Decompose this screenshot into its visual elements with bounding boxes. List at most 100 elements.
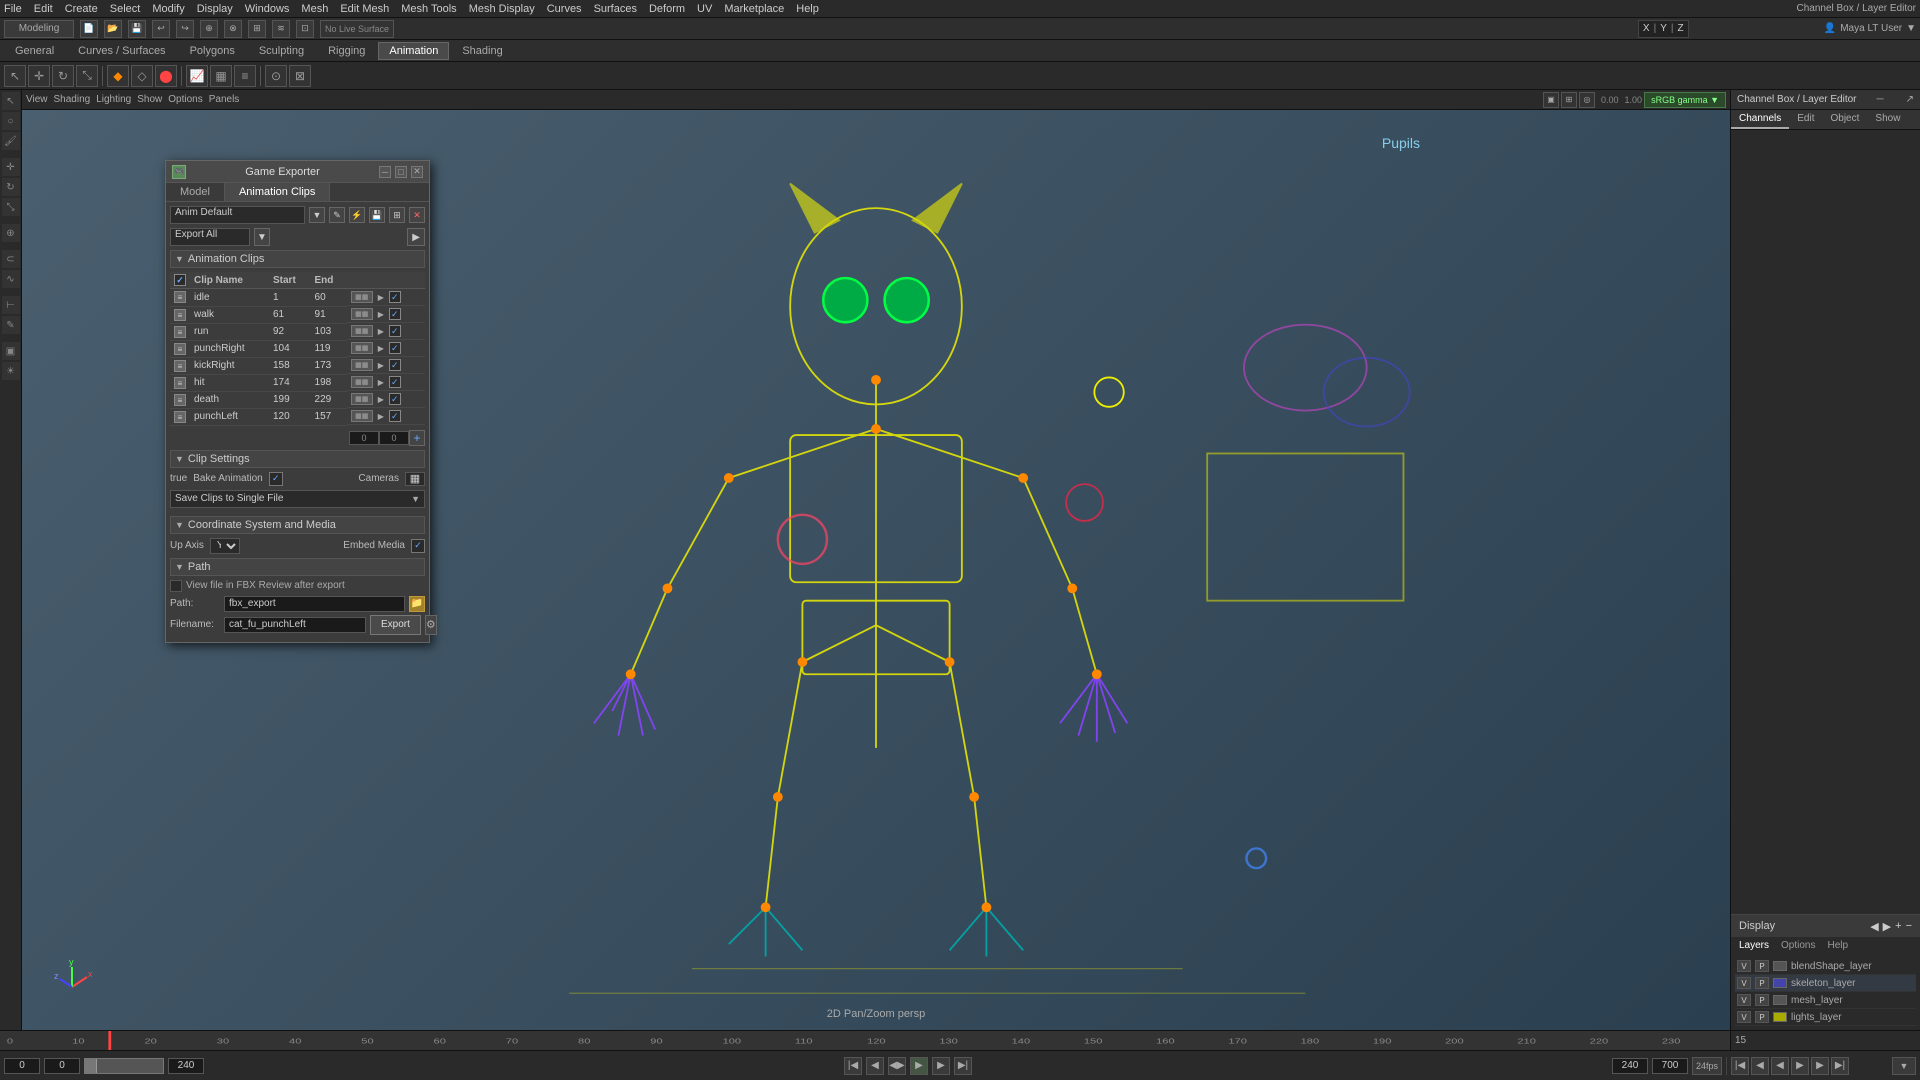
clip-end-1[interactable]: 91 <box>315 309 326 320</box>
open-file-btn[interactable]: 📂 <box>104 20 122 38</box>
layer-p-btn-1[interactable]: P <box>1755 977 1769 989</box>
add-clip-btn[interactable]: + <box>409 430 425 446</box>
end-frame-input[interactable] <box>168 1058 204 1074</box>
snap-grid-btn[interactable]: ⊞ <box>248 20 266 38</box>
layer-v-btn-2[interactable]: V <box>1737 994 1751 1006</box>
tab-sculpting[interactable]: Sculpting <box>248 42 315 60</box>
ge-close-btn[interactable]: ✕ <box>411 166 423 178</box>
layer-p-btn-3[interactable]: P <box>1755 1011 1769 1023</box>
clip-play-btn-6[interactable]: ▶ <box>375 393 387 405</box>
embed-media-checkbox[interactable] <box>411 539 425 553</box>
lasso-btn[interactable]: ○ <box>2 112 20 130</box>
scale-btn[interactable]: ⤡ <box>2 198 20 216</box>
menu-uv[interactable]: UV <box>697 3 712 15</box>
clip-drag-icon-1[interactable]: ≡ <box>174 309 186 321</box>
step-forward-btn[interactable]: ▶ <box>932 1057 950 1075</box>
vp-menu-shading[interactable]: Shading <box>54 94 91 105</box>
trax-editor-btn[interactable]: ≡ <box>234 65 256 87</box>
clip-end-4[interactable]: 173 <box>315 360 332 371</box>
vp-menu-panels[interactable]: Panels <box>209 94 240 105</box>
soft-sel-btn[interactable]: ⊂ <box>2 250 20 268</box>
path-input[interactable] <box>224 596 405 612</box>
new-file-btn[interactable]: 📄 <box>80 20 98 38</box>
clip-end-0[interactable]: 60 <box>315 292 326 303</box>
up-axis-select[interactable]: Y Z <box>210 538 240 554</box>
preset-select[interactable]: Anim Default <box>170 206 305 224</box>
menu-windows[interactable]: Windows <box>245 3 290 15</box>
tab-shading[interactable]: Shading <box>451 42 513 60</box>
timeline-total-input[interactable] <box>1652 1058 1688 1074</box>
menu-mesh[interactable]: Mesh <box>301 3 328 15</box>
user-account[interactable]: 👤 Maya LT User ▼ <box>1824 23 1916 34</box>
clip-frames-btn-1[interactable]: ▦▦ <box>351 308 373 320</box>
new-clip-start[interactable] <box>349 431 379 445</box>
r-play-forward-btn[interactable]: ▶ <box>1791 1057 1809 1075</box>
move-btn[interactable]: ✛ <box>2 158 20 176</box>
sculpt-btn[interactable]: ∿ <box>2 270 20 288</box>
layer-v-btn-0[interactable]: V <box>1737 960 1751 972</box>
vp-icon2[interactable]: ⊞ <box>1561 92 1577 108</box>
clip-drag-icon-6[interactable]: ≡ <box>174 394 186 406</box>
clip-start-3[interactable]: 104 <box>273 343 290 354</box>
r-step-forward-btn[interactable]: ▶ <box>1811 1057 1829 1075</box>
clip-check-1[interactable]: ✓ <box>389 308 401 320</box>
vp-menu-options[interactable]: Options <box>168 94 202 105</box>
r-step-back-btn[interactable]: ◀ <box>1751 1057 1769 1075</box>
menu-display[interactable]: Display <box>197 3 233 15</box>
save-clips-select[interactable]: Save Clips to Single File ▼ <box>170 490 425 508</box>
auto-key-btn[interactable]: ⬤ <box>155 65 177 87</box>
prev-layer-btn[interactable]: ◀ <box>1870 920 1878 933</box>
tab-polygons[interactable]: Polygons <box>179 42 246 60</box>
clip-drag-icon-0[interactable]: ≡ <box>174 291 186 303</box>
export-btn[interactable]: Export <box>370 615 421 635</box>
vp-icon1[interactable]: ▣ <box>1543 92 1559 108</box>
preset-key-btn[interactable]: ⚡ <box>349 207 365 223</box>
clip-play-btn-0[interactable]: ▶ <box>375 291 387 303</box>
playback-end-input[interactable] <box>1612 1058 1648 1074</box>
next-layer-btn[interactable]: ▶ <box>1883 920 1891 933</box>
clip-start-6[interactable]: 199 <box>273 394 290 405</box>
tab-edit[interactable]: Edit <box>1789 110 1822 129</box>
constraint-btn[interactable]: ⊙ <box>265 65 287 87</box>
view-fbx-checkbox[interactable] <box>170 580 182 592</box>
display-tab-layers[interactable]: Layers <box>1735 939 1773 952</box>
ge-maximize-btn[interactable]: □ <box>395 166 407 178</box>
annotation-btn[interactable]: ✎ <box>2 316 20 334</box>
clip-start-1[interactable]: 61 <box>273 309 284 320</box>
rotate-tool-btn[interactable]: ↻ <box>52 65 74 87</box>
clip-drag-icon-7[interactable]: ≡ <box>174 411 186 423</box>
render-btn[interactable]: ▣ <box>2 342 20 360</box>
ik-handle-btn[interactable]: ⊠ <box>289 65 311 87</box>
menu-mesh-tools[interactable]: Mesh Tools <box>401 3 456 15</box>
measure-btn[interactable]: ⊢ <box>2 296 20 314</box>
menu-edit-mesh[interactable]: Edit Mesh <box>340 3 389 15</box>
preset-save-btn[interactable]: 💾 <box>369 207 385 223</box>
range-bar[interactable] <box>84 1058 164 1074</box>
show-manip-btn[interactable]: ⊕ <box>2 224 20 242</box>
clip-play-btn-7[interactable]: ▶ <box>375 410 387 422</box>
clip-check-6[interactable]: ✓ <box>389 393 401 405</box>
undo-btn[interactable]: ↩ <box>152 20 170 38</box>
tab-channels[interactable]: Channels <box>1731 110 1789 129</box>
clip-start-2[interactable]: 92 <box>273 326 284 337</box>
clip-play-btn-2[interactable]: ▶ <box>375 325 387 337</box>
clip-frames-btn-7[interactable]: ▦▦ <box>351 410 373 422</box>
clip-check-0[interactable]: ✓ <box>389 291 401 303</box>
workspace-dropdown[interactable]: Modeling <box>4 20 74 38</box>
clip-frames-btn-3[interactable]: ▦▦ <box>351 342 373 354</box>
animation-clips-section-header[interactable]: ▼ Animation Clips <box>170 250 425 268</box>
go-end-btn[interactable]: ▶| <box>954 1057 972 1075</box>
export-mode-dropdown[interactable]: ▼ <box>254 228 270 246</box>
menu-create[interactable]: Create <box>65 3 98 15</box>
channel-box-expand[interactable]: ↗ <box>1906 94 1914 105</box>
add-layer-btn[interactable]: + <box>1895 920 1901 933</box>
scale-tool-btn[interactable]: ⤡ <box>76 65 98 87</box>
tab-object[interactable]: Object <box>1823 110 1868 129</box>
vp-menu-lighting[interactable]: Lighting <box>96 94 131 105</box>
layer-v-btn-3[interactable]: V <box>1737 1011 1751 1023</box>
clip-play-btn-5[interactable]: ▶ <box>375 376 387 388</box>
vp-icon3[interactable]: ◎ <box>1579 92 1595 108</box>
set-key-btn[interactable]: ◆ <box>107 65 129 87</box>
clip-start-5[interactable]: 174 <box>273 377 290 388</box>
paint-btn[interactable]: 🖌 <box>2 132 20 150</box>
